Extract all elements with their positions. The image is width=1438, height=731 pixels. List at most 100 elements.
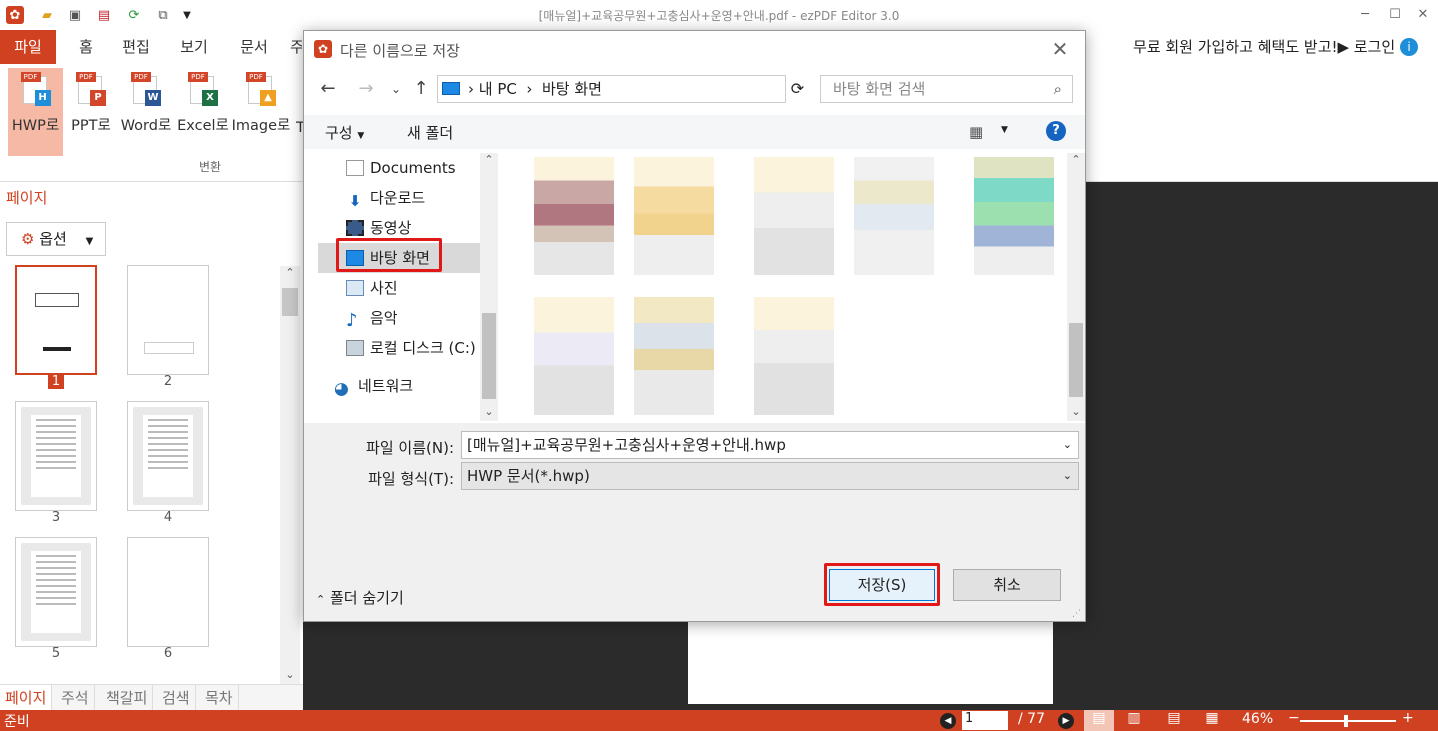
tree-item-network[interactable]: ◕ 네트워크: [318, 371, 496, 401]
filename-dropdown-icon[interactable]: ⌄: [1063, 432, 1072, 458]
breadcrumb-this-pc[interactable]: 내 PC: [479, 80, 517, 98]
zoom-slider-knob[interactable]: [1344, 715, 1348, 727]
menu-document[interactable]: 문서: [236, 30, 272, 64]
tree-item-downloads[interactable]: ⬇ 다운로드: [318, 183, 496, 213]
file-list[interactable]: [499, 153, 1065, 421]
filetype-dropdown-icon[interactable]: ⌄: [1063, 463, 1072, 489]
tab-bookmarks[interactable]: 책갈피: [101, 685, 154, 711]
menu-home[interactable]: 홈: [70, 30, 102, 64]
tree-item-music[interactable]: ♪ 음악: [318, 303, 496, 333]
filename-input[interactable]: [매뉴얼]+교육공무원+고충심사+운영+안내.hwp ⌄: [461, 431, 1079, 459]
scroll-up-icon[interactable]: ⌃: [1067, 153, 1085, 169]
page-thumbnail-3[interactable]: [15, 401, 97, 511]
recent-locations-icon[interactable]: ⌄: [384, 75, 408, 103]
continuous-view-icon[interactable]: ▤: [1164, 710, 1184, 726]
tab-toc[interactable]: 목차: [200, 685, 239, 711]
view-options-icon[interactable]: ▦: [969, 123, 983, 141]
convert-image-button[interactable]: PDF ▲ Image로: [231, 68, 291, 156]
file-thumbnail[interactable]: [534, 297, 614, 415]
next-page-icon[interactable]: ▶: [1058, 713, 1074, 729]
convert-word-button[interactable]: PDF W Word로: [119, 68, 173, 156]
file-thumbnail[interactable]: [534, 157, 614, 275]
navigation-scroll-thumb[interactable]: [482, 313, 496, 399]
new-folder-button[interactable]: 새 폴더: [407, 122, 453, 143]
tree-item-documents[interactable]: Documents: [318, 153, 496, 183]
page-number-1: 1: [47, 374, 65, 389]
page-input[interactable]: 1: [962, 711, 1008, 730]
grid-view-icon[interactable]: ▦: [1202, 710, 1222, 726]
convert-ppt-button[interactable]: PDF P PPT로: [68, 68, 114, 156]
gear-icon: ⚙: [21, 230, 35, 248]
convert-image-label: Image로: [231, 118, 291, 134]
file-thumbnail[interactable]: [634, 297, 714, 415]
page-thumbnail-6[interactable]: [127, 537, 209, 647]
scroll-up-icon[interactable]: ⌃: [480, 153, 498, 169]
scroll-down-icon[interactable]: ⌄: [480, 405, 498, 421]
page-thumbnail-2[interactable]: [127, 265, 209, 375]
tree-label-videos: 동영상: [370, 219, 412, 237]
file-thumbnail[interactable]: [754, 297, 834, 415]
panel-scrollbar[interactable]: ⌃ ⌄: [280, 266, 300, 686]
options-button[interactable]: ⚙ 옵션 ▼: [6, 222, 106, 256]
file-list-scrollbar[interactable]: ⌃ ⌄: [1067, 153, 1085, 421]
convert-excel-label: Excel로: [177, 118, 229, 134]
menu-view[interactable]: 보기: [176, 30, 212, 64]
panel-scroll-thumb[interactable]: [282, 288, 298, 316]
filetype-select[interactable]: HWP 문서(*.hwp) ⌄: [461, 462, 1079, 490]
file-thumbnail[interactable]: [754, 157, 834, 275]
tree-label-pictures: 사진: [370, 279, 398, 297]
page-thumbnail-4[interactable]: [127, 401, 209, 511]
navigation-scrollbar[interactable]: ⌃ ⌄: [480, 153, 498, 421]
file-thumbnail[interactable]: [634, 157, 714, 275]
menu-file[interactable]: 파일: [0, 30, 56, 64]
page-sheet: [31, 551, 81, 633]
convert-excel-button[interactable]: PDF X Excel로: [177, 68, 229, 156]
tab-pages[interactable]: 페이지: [0, 685, 53, 711]
view-dropdown-icon[interactable]: ▼: [1001, 125, 1008, 135]
scroll-down-icon[interactable]: ⌄: [1067, 405, 1085, 421]
breadcrumb-desktop[interactable]: 바탕 화면: [542, 80, 602, 98]
text-block: [144, 342, 194, 354]
desktop-icon: [442, 82, 460, 95]
organize-button[interactable]: 구성 ▼: [325, 122, 364, 143]
file-thumbnail[interactable]: [974, 157, 1054, 275]
close-window-icon[interactable]: ✕: [1408, 4, 1438, 26]
search-input[interactable]: 바탕 화면 검색 ⌕: [820, 75, 1073, 103]
file-list-scroll-thumb[interactable]: [1069, 323, 1083, 397]
minimize-icon[interactable]: ─: [1350, 4, 1380, 26]
single-page-view-icon[interactable]: ▤: [1084, 710, 1114, 731]
file-thumbnail[interactable]: [854, 157, 934, 275]
hide-folders-toggle[interactable]: ⌃ 폴더 숨기기: [316, 587, 404, 608]
cancel-button[interactable]: 취소: [953, 569, 1061, 601]
tree-item-pictures[interactable]: 사진: [318, 273, 496, 303]
maximize-icon[interactable]: ☐: [1380, 4, 1410, 26]
address-bar[interactable]: › 내 PC › 바탕 화면 ⌄: [437, 75, 809, 103]
tab-search[interactable]: 검색: [157, 685, 196, 711]
refresh-icon[interactable]: ⟳: [785, 75, 809, 103]
page-thumbnail-1[interactable]: [15, 265, 97, 375]
page-number-4: 4: [163, 510, 173, 525]
page-thumbnail-5[interactable]: [15, 537, 97, 647]
help-icon[interactable]: ?: [1046, 121, 1066, 141]
tree-item-local-disk[interactable]: 로컬 디스크 (C:): [318, 333, 496, 363]
promo-login-link[interactable]: 무료 회원 가입하고 혜택도 받고!▶ 로그인 i: [1133, 30, 1418, 64]
tab-annotations[interactable]: 주석: [56, 685, 95, 711]
zoom-slider[interactable]: [1300, 715, 1396, 727]
two-page-view-icon[interactable]: ▥: [1124, 710, 1144, 726]
up-arrow-icon[interactable]: ↑: [409, 75, 433, 103]
convert-hwp-button[interactable]: PDF H HWP로: [8, 68, 63, 156]
zoom-out-icon[interactable]: −: [1288, 710, 1300, 726]
close-icon[interactable]: ✕: [1045, 35, 1075, 63]
forward-arrow-icon[interactable]: →: [354, 75, 378, 103]
page-content: [133, 407, 203, 505]
menu-edit[interactable]: 편집: [118, 30, 154, 64]
resize-grip-icon[interactable]: ⋰: [1072, 609, 1081, 619]
filename-value: [매뉴얼]+교육공무원+고충심사+운영+안내.hwp: [467, 436, 786, 454]
zoom-in-icon[interactable]: +: [1402, 710, 1414, 726]
back-arrow-icon[interactable]: ←: [316, 75, 340, 103]
scroll-up-icon[interactable]: ⌃: [280, 266, 300, 284]
prev-page-icon[interactable]: ◀: [940, 713, 956, 729]
menu-annotation[interactable]: 주: [290, 30, 302, 64]
document-page: [688, 622, 1053, 704]
status-ready: 준비: [4, 714, 30, 730]
